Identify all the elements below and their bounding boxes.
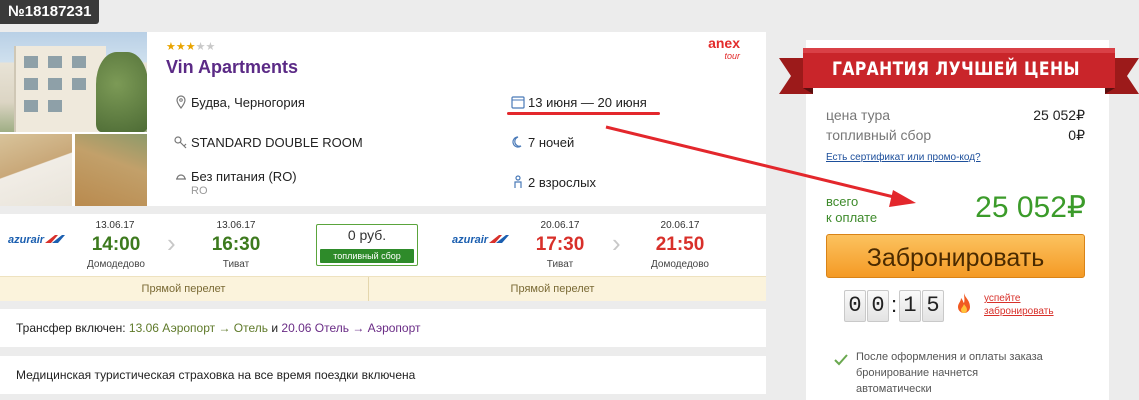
transfer-card: Трансфер включен: 13.06 Аэропорт → Отель… xyxy=(0,309,766,347)
person-icon xyxy=(514,175,522,188)
location-text: Будва, Черногория xyxy=(191,95,305,110)
hurry-link-line2[interactable]: забронировать xyxy=(984,305,1054,318)
outbound-departure-time: 14:00 xyxy=(91,234,141,255)
meal-row: Без питания (RO) xyxy=(174,169,297,184)
booking-note-line1: После оформления и оплаты заказа xyxy=(856,351,1043,363)
outbound-arrival-date: 13.06.17 xyxy=(216,220,256,231)
transfer-leg2-route: Отель → Аэропорт xyxy=(314,321,421,335)
fuel-charge-label: топливный сбор xyxy=(320,249,414,263)
hotel-photo-main[interactable] xyxy=(0,32,147,132)
transfer-prefix: Трансфер включен: xyxy=(16,321,126,335)
operator-logo-top: anex xyxy=(708,35,740,51)
tour-price-value: 25 052₽ xyxy=(1033,107,1085,123)
guests-text: 2 взрослых xyxy=(528,175,596,190)
airline-name-outbound: azurair xyxy=(8,234,45,246)
hotel-photo-room-2[interactable] xyxy=(75,134,147,206)
checkmark-icon xyxy=(834,354,848,366)
outbound-arrival-time: 16:30 xyxy=(211,234,261,255)
return-departure-place: Тиват xyxy=(546,259,574,270)
meal-cloche-icon xyxy=(176,174,186,180)
hurry-link-line1[interactable]: успейте xyxy=(984,292,1020,305)
transfer-leg1-route: Аэропорт → Отель xyxy=(162,321,269,335)
location-row: Будва, Черногория xyxy=(174,95,305,110)
order-id-badge: №18187231 xyxy=(0,0,100,24)
return-departure-time: 17:30 xyxy=(535,234,585,255)
timer-digit: 0 xyxy=(844,290,866,322)
star-rating-filled: ★★★ xyxy=(166,41,196,53)
total-price-value: 25 052₽ xyxy=(975,191,1086,224)
airline-logo-outbound: azurair xyxy=(8,234,66,246)
nights-text: 7 ночей xyxy=(528,135,575,150)
total-label-line2: к оплате xyxy=(826,210,878,225)
key-icon xyxy=(174,136,187,149)
total-label-line1: всего xyxy=(826,194,859,209)
fuel-charge-price: 0 руб. xyxy=(347,227,387,243)
room-type-text: STANDARD DOUBLE ROOM xyxy=(191,135,363,150)
timer-digit: 1 xyxy=(899,290,921,322)
moon-icon xyxy=(512,136,522,148)
airline-logo-return: azurair xyxy=(452,234,510,246)
timer-digit: 0 xyxy=(867,290,889,322)
transfer-conjunction: и xyxy=(271,321,279,335)
hotel-photo-room-1[interactable] xyxy=(0,134,72,206)
dates-text: 13 июня — 20 июня xyxy=(528,95,647,110)
operator-logo: anex tour xyxy=(690,35,740,63)
best-price-banner-text: ГАРАНТИЯ ЛУЧШЕЙ ЦЕНЫ xyxy=(832,58,1080,80)
hotel-name[interactable]: Vin Apartments xyxy=(166,57,298,78)
star-rating-empty: ★★ xyxy=(195,41,216,53)
nights-row: 7 ночей xyxy=(511,135,574,150)
transfer-leg1-date: 13.06 xyxy=(128,321,159,335)
dates-highlight-underline xyxy=(507,112,660,115)
return-departure-date: 20.06.17 xyxy=(540,220,580,231)
guests-row: 2 взрослых xyxy=(511,175,596,190)
hotel-stars: ★★★★★ xyxy=(166,40,215,53)
transfer-leg2-date: 20.06 xyxy=(281,321,312,335)
return-arrival-time: 21:50 xyxy=(655,234,705,255)
book-button[interactable]: Забронировать xyxy=(826,234,1085,278)
room-row: STANDARD DOUBLE ROOM xyxy=(174,135,363,150)
calendar-icon xyxy=(511,96,525,109)
insurance-card: Медицинская туристическая страховка на в… xyxy=(0,356,766,394)
operator-logo-bottom: tour xyxy=(724,51,740,61)
return-arrival-date: 20.06.17 xyxy=(660,220,700,231)
fuel-fee-value: 0₽ xyxy=(1068,127,1085,143)
fuel-charge-box: 0 руб. топливный сбор xyxy=(316,224,418,266)
booking-note-line2: бронирование начнется xyxy=(856,367,979,379)
tour-price-label: цена тура xyxy=(826,107,891,123)
meal-code: RO xyxy=(191,185,208,197)
chevron-right-icon: › xyxy=(612,228,621,258)
promo-code-link[interactable]: Есть сертификат или промо-код? xyxy=(826,152,981,163)
return-arrival-place: Домодедово xyxy=(651,259,709,270)
airline-wing-icon xyxy=(489,235,510,243)
hotel-card: ★★★★★ Vin Apartments anex tour Будва, Чер… xyxy=(0,32,766,206)
airline-name-return: azurair xyxy=(452,234,489,246)
timer-digit: 5 xyxy=(922,290,944,322)
booking-note-line3: автоматически xyxy=(856,383,932,395)
outbound-departure-date: 13.06.17 xyxy=(95,220,135,231)
dates-row: 13 июня — 20 июня xyxy=(511,95,647,110)
return-direct-label: Прямой перелет xyxy=(510,283,595,295)
fuel-fee-label: топливный сбор xyxy=(826,127,932,143)
outbound-arrival-place: Тиват xyxy=(222,259,250,270)
timer-colon: : xyxy=(891,292,898,317)
meal-text: Без питания (RO) xyxy=(191,169,297,184)
fire-icon xyxy=(958,293,970,313)
insurance-text: Медицинская туристическая страховка на в… xyxy=(16,368,416,382)
outbound-departure-place: Домодедово xyxy=(87,259,145,270)
outbound-direct-label: Прямой перелет xyxy=(141,283,226,295)
airline-wing-icon xyxy=(45,235,66,243)
flights-card: azurair 13.06.17 14:00 Домодедово › 13.0… xyxy=(0,214,766,301)
chevron-right-icon: › xyxy=(167,228,176,258)
direct-flight-bar: Прямой перелет Прямой перелет xyxy=(0,276,766,301)
location-pin-icon xyxy=(176,95,186,109)
